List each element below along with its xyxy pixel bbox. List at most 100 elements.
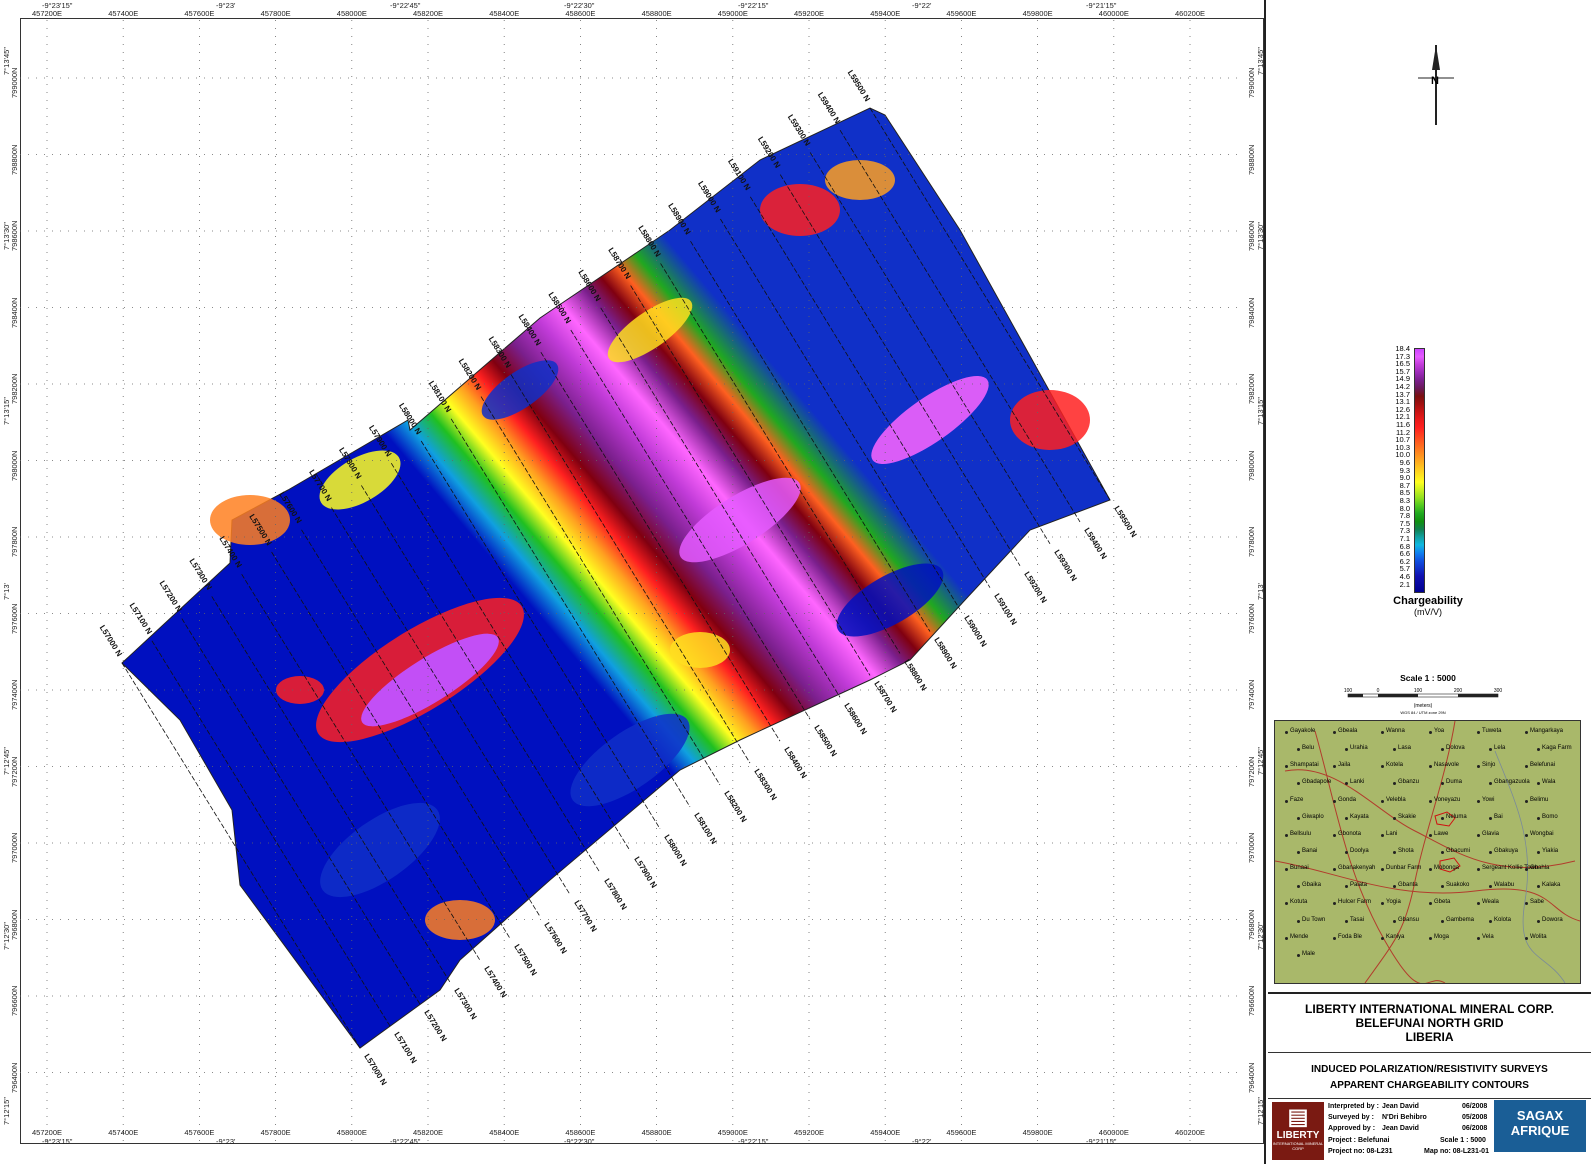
- town-dot: [1489, 816, 1492, 820]
- town-label: Gbanakenyah: [1338, 865, 1376, 872]
- town-label: Sinjo: [1482, 762, 1496, 769]
- easting-tick: 457400E: [108, 1128, 139, 1137]
- town-dot: [1489, 851, 1492, 854]
- town-dot: [1537, 816, 1540, 820]
- town-label: Kotela: [1386, 762, 1404, 769]
- town-label: Wongbai: [1530, 830, 1554, 837]
- survey-line-label: L57000 N: [98, 623, 124, 658]
- easting-tick: 459400E: [870, 9, 901, 18]
- town-dot: [1477, 936, 1480, 940]
- town-label: Kalaka: [1542, 882, 1561, 889]
- scale-unit: (meters): [1414, 703, 1433, 709]
- liberty-logo: ▤ LIBERTY INTERNATIONAL MINERAL CORP: [1272, 1102, 1324, 1160]
- town-dot: [1429, 799, 1432, 803]
- northing-tick: 798400N: [1247, 297, 1256, 328]
- town-label: Gbeta: [1434, 899, 1451, 906]
- project-name: Project : Belefunai Scale 1 : 5000: [1328, 1137, 1486, 1144]
- northing-tick: 798600N: [10, 220, 19, 251]
- easting-tick: 459200E: [794, 9, 825, 18]
- town-label: Giwaplo: [1302, 813, 1324, 820]
- survey-line-label: L59100 N: [992, 592, 1018, 627]
- town-dot: [1525, 936, 1528, 940]
- survey-line-label: L59400 N: [816, 91, 842, 126]
- credit-approved: Approved by : Jean David 06/2008: [1328, 1125, 1487, 1132]
- easting-tick: 459800E: [1022, 9, 1053, 18]
- legend-color-bar: [1414, 348, 1425, 593]
- scale-tick-label: 100: [1344, 688, 1353, 694]
- divider: [1268, 1052, 1591, 1053]
- town-label: Gbakuya: [1494, 848, 1519, 854]
- town-dot: [1429, 936, 1432, 940]
- survey-line-label: L57100 N: [392, 1030, 418, 1065]
- town-dot: [1525, 833, 1528, 837]
- latitude-tick: 7°13'15": [1256, 397, 1265, 425]
- longitude-tick: -9°22': [912, 1, 932, 10]
- northing-tick: 798600N: [1247, 220, 1256, 251]
- town-label: Nasavole: [1434, 762, 1460, 769]
- location-map[interactable]: Gayakole Gbeala Wanna Yoa Tuweta Mangarkaya Be…: [1274, 720, 1581, 984]
- easting-tick: 459200E: [794, 1128, 825, 1137]
- northing-tick: 799000N: [10, 67, 19, 98]
- easting-tick: 459000E: [717, 1128, 748, 1137]
- northing-tick: 796800N: [1247, 909, 1256, 940]
- northing-tick: 796400N: [10, 1062, 19, 1093]
- survey-line-label: L57400 N: [482, 965, 508, 1000]
- town-label: Belimu: [1530, 796, 1549, 803]
- survey-type: INDUCED POLARIZATION/RESISTIVITY SURVEYS: [1311, 1064, 1548, 1075]
- legend-unit: (mV/V): [1414, 607, 1442, 617]
- survey-line-label: L59500 N: [1112, 504, 1138, 539]
- survey-line-label: L58200 N: [722, 789, 748, 824]
- town-label: Foda Ble: [1338, 933, 1363, 940]
- northing-tick: 797400N: [10, 679, 19, 710]
- town-label: Glavia: [1482, 830, 1500, 837]
- credit-name: Jean David: [1382, 1125, 1419, 1132]
- town-dot: [1297, 816, 1300, 820]
- credit-name: Jean David: [1382, 1103, 1419, 1110]
- northing-tick: 799000N: [1247, 67, 1256, 98]
- legend-value: 2.1: [1399, 579, 1410, 589]
- north-arrow-icon: N: [1418, 45, 1454, 125]
- town-label: Shota: [1398, 848, 1414, 854]
- country-name: LIBERIA: [1405, 1030, 1454, 1044]
- northing-tick: 798400N: [10, 297, 19, 328]
- northing-tick: 797600N: [1247, 603, 1256, 634]
- town-dot: [1297, 851, 1300, 854]
- town-label: Lawe: [1434, 830, 1449, 837]
- northing-tick: 798200N: [1247, 373, 1256, 404]
- town-dot: [1393, 851, 1396, 854]
- town-dot: [1381, 799, 1384, 803]
- town-label: Doolya: [1350, 848, 1369, 854]
- town-dot: [1429, 833, 1432, 837]
- town-label: Yiakia: [1542, 848, 1559, 854]
- town-dot: [1285, 833, 1288, 837]
- easting-tick: 460200E: [1175, 9, 1206, 18]
- town-label: Gbanzu: [1398, 779, 1420, 786]
- town-label: Shampatai: [1290, 762, 1319, 769]
- town-label: Belefunai: [1530, 762, 1556, 769]
- town-dot: [1441, 816, 1444, 820]
- town-label: Gbangazuola: [1494, 779, 1530, 786]
- latitude-tick: 7°13': [1256, 583, 1265, 600]
- easting-tick: 458200E: [413, 1128, 444, 1137]
- sagax-logo-text: SAGAX: [1516, 1108, 1564, 1123]
- survey-line-label: L58900 N: [932, 636, 958, 671]
- town-dot: [1333, 799, 1336, 803]
- town-label: Dowora: [1542, 916, 1563, 923]
- town-label: Dolova: [1446, 745, 1465, 752]
- northing-tick: 797000N: [10, 832, 19, 863]
- longitude-tick: -9°22'30": [564, 1, 595, 10]
- town-label: Yogia: [1386, 899, 1401, 906]
- easting-tick: 458400E: [489, 1128, 520, 1137]
- northing-tick: 798000N: [1247, 450, 1256, 481]
- town-label: Suakoko: [1446, 882, 1470, 889]
- credit-interpreted: Interpreted by : Jean David 06/2008: [1328, 1103, 1487, 1110]
- survey-line-label: L58600 N: [842, 702, 868, 737]
- northing-tick: 797800N: [10, 526, 19, 557]
- sagax-logo: SAGAX AFRIQUE: [1494, 1100, 1586, 1152]
- survey-line-label: L57000 N: [362, 1052, 388, 1087]
- survey-line-label: L57300 N: [187, 557, 213, 592]
- scale-tick-label: 100: [1414, 688, 1423, 694]
- survey-line-label: L59000 N: [962, 614, 988, 649]
- survey-line-label: L57700 N: [572, 899, 598, 934]
- town-dot: [1393, 816, 1396, 820]
